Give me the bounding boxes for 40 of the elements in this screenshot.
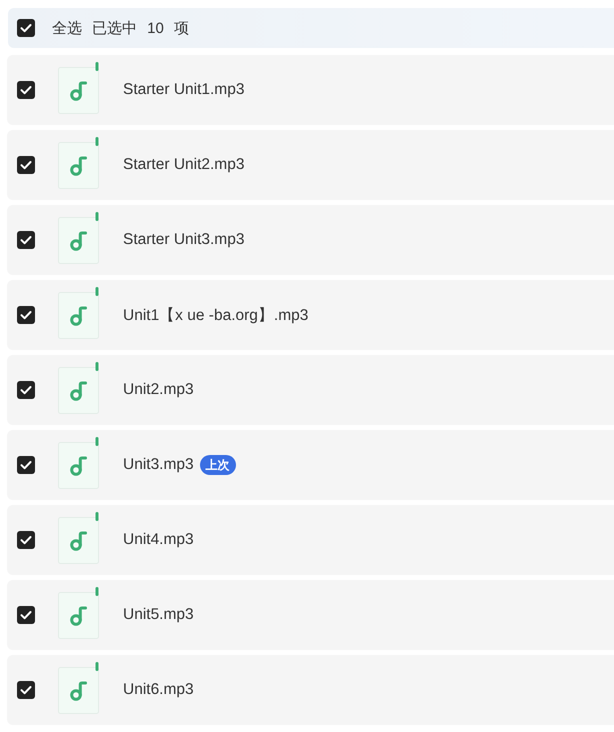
file-row[interactable]: Unit2.mp3 xyxy=(7,355,614,425)
file-name: Unit5.mp3 xyxy=(123,606,194,624)
file-name: Unit3.mp3 xyxy=(123,456,194,474)
music-file-icon xyxy=(58,512,100,564)
file-name: Starter Unit2.mp3 xyxy=(123,156,244,174)
selection-count: 已选中 10 项 xyxy=(92,18,190,38)
music-file-icon xyxy=(58,587,100,639)
file-row[interactable]: Unit4.mp3 xyxy=(7,505,614,575)
last-played-badge: 上次 xyxy=(200,455,236,475)
file-name: Starter Unit1.mp3 xyxy=(123,81,244,99)
file-row[interactable]: Unit1【x ue -ba.org】.mp3 xyxy=(7,280,614,350)
checkbox[interactable] xyxy=(17,19,35,37)
file-name: Unit6.mp3 xyxy=(123,681,194,699)
select-all-label[interactable]: 全选 xyxy=(52,18,82,38)
music-file-icon xyxy=(58,362,100,414)
music-file-icon xyxy=(58,437,100,489)
checkbox[interactable] xyxy=(17,306,35,324)
checkbox[interactable] xyxy=(17,231,35,249)
file-row[interactable]: Starter Unit2.mp3 xyxy=(7,130,614,200)
file-name: Unit1【x ue -ba.org】.mp3 xyxy=(123,306,308,326)
music-file-icon xyxy=(58,212,100,264)
checkbox[interactable] xyxy=(17,681,35,699)
file-row[interactable]: Starter Unit1.mp3 xyxy=(7,55,614,125)
file-name: Starter Unit3.mp3 xyxy=(123,231,244,249)
file-row[interactable]: Unit6.mp3 xyxy=(7,655,614,725)
checkbox[interactable] xyxy=(17,156,35,174)
checkbox[interactable] xyxy=(17,81,35,99)
file-name: Unit4.mp3 xyxy=(123,531,194,549)
music-file-icon xyxy=(58,662,100,714)
file-row[interactable]: Starter Unit3.mp3 xyxy=(7,205,614,275)
checkbox[interactable] xyxy=(17,381,35,399)
checkbox[interactable] xyxy=(17,456,35,474)
checkbox[interactable] xyxy=(17,606,35,624)
file-row[interactable]: Unit3.mp3 上次 xyxy=(7,430,614,500)
music-file-icon xyxy=(58,62,100,114)
checkbox[interactable] xyxy=(17,531,35,549)
music-file-icon xyxy=(58,137,100,189)
music-file-icon xyxy=(58,287,100,339)
file-row[interactable]: Unit5.mp3 xyxy=(7,580,614,650)
file-name: Unit2.mp3 xyxy=(123,381,194,399)
